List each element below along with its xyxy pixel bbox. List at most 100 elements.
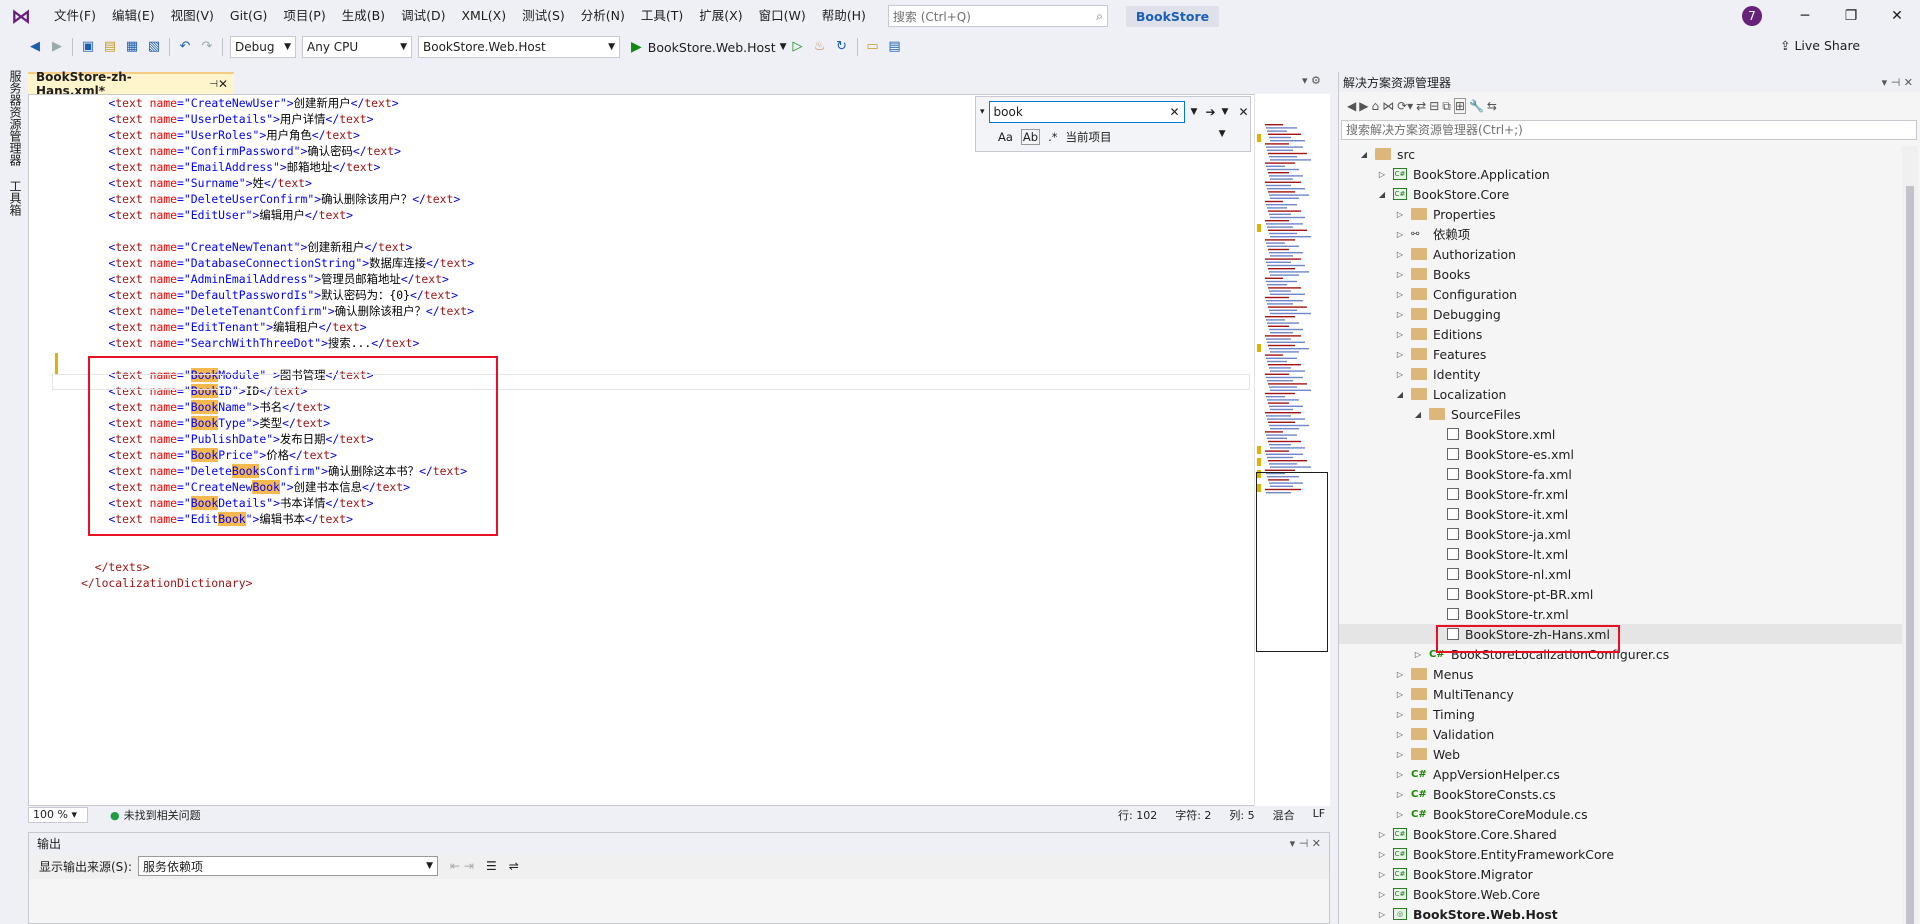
tree-item[interactable]: ▷ C# BookStoreConsts.cs xyxy=(1339,784,1556,804)
collapsed-arrow-icon[interactable]: ▷ xyxy=(1411,650,1425,659)
tree-item[interactable]: ▷ C# BookStore.Migrator xyxy=(1339,864,1533,884)
avatar[interactable]: 7 xyxy=(1742,6,1762,26)
tree-item[interactable]: ▷ C# BookStoreCoreModule.cs xyxy=(1339,804,1588,824)
save-all-icon[interactable]: ▧ xyxy=(143,36,165,58)
home-icon[interactable]: ⌂ xyxy=(1371,99,1379,113)
expanded-arrow-icon[interactable]: ◢ xyxy=(1357,150,1371,159)
menu-item-13[interactable]: 帮助(H) xyxy=(814,0,874,32)
collapsed-arrow-icon[interactable]: ▷ xyxy=(1393,210,1407,219)
live-share-button[interactable]: ⇪ Live Share xyxy=(1780,38,1860,53)
menu-item-0[interactable]: 文件(F) xyxy=(46,0,104,32)
collapsed-arrow-icon[interactable]: ▷ xyxy=(1393,330,1407,339)
tree-item[interactable]: BookStore-nl.xml xyxy=(1339,564,1571,584)
whitespace-mode[interactable]: 混合 xyxy=(1273,807,1295,823)
tree-item[interactable]: ◢ Localization xyxy=(1339,384,1506,404)
sync-icon[interactable]: ⇄ xyxy=(1416,99,1426,113)
tree-item[interactable]: BookStore-fr.xml xyxy=(1339,484,1568,504)
collapsed-arrow-icon[interactable]: ▷ xyxy=(1393,810,1407,819)
expanded-arrow-icon[interactable]: ◢ xyxy=(1375,190,1389,199)
menu-item-10[interactable]: 工具(T) xyxy=(633,0,691,32)
menu-item-1[interactable]: 编辑(E) xyxy=(104,0,163,32)
toggle-replace-icon[interactable]: ▾ xyxy=(980,107,985,117)
tree-item[interactable]: BookStore-tr.xml xyxy=(1339,604,1569,624)
save-icon[interactable]: ▦ xyxy=(121,36,143,58)
menu-item-4[interactable]: 项目(P) xyxy=(275,0,333,32)
tree-item[interactable]: ▷ C# BookStore.Web.Core xyxy=(1339,884,1540,904)
solution-search-input[interactable]: 搜索解决方案资源管理器(Ctrl+;) xyxy=(1341,120,1917,140)
close-find-icon[interactable]: ✕ xyxy=(1238,105,1248,119)
preview-icon[interactable]: ⊞ xyxy=(1453,98,1466,114)
collapsed-arrow-icon[interactable]: ▷ xyxy=(1393,230,1407,239)
expanded-arrow-icon[interactable]: ◢ xyxy=(1411,410,1425,419)
menu-item-6[interactable]: 调试(D) xyxy=(393,0,453,32)
issues-indicator[interactable]: ● 未找到相关问题 xyxy=(110,807,201,823)
tree-item[interactable]: ▷ Web xyxy=(1339,744,1460,764)
panel-options-icon[interactable]: ▾ ⊣ ✕ xyxy=(1882,76,1913,89)
collapsed-arrow-icon[interactable]: ▷ xyxy=(1375,890,1389,899)
panel-options-icon[interactable]: ▾ ⊣ ✕ xyxy=(1290,837,1321,850)
collapsed-arrow-icon[interactable]: ▷ xyxy=(1393,250,1407,259)
menu-item-3[interactable]: Git(G) xyxy=(222,0,276,32)
history-dropdown-icon[interactable]: ▼ xyxy=(1191,107,1198,117)
tree-item[interactable]: BookStore-ja.xml xyxy=(1339,524,1571,544)
tree-item[interactable]: BookStore-zh-Hans.xml xyxy=(1339,624,1905,644)
menu-item-12[interactable]: 窗口(W) xyxy=(751,0,814,32)
menu-item-5[interactable]: 生成(B) xyxy=(334,0,393,32)
tree-item[interactable]: ▷ Authorization xyxy=(1339,244,1516,264)
tree-item[interactable]: ▷ C# BookStore.Core.Shared xyxy=(1339,824,1557,844)
collapsed-arrow-icon[interactable]: ▷ xyxy=(1393,790,1407,799)
clear-all-icon[interactable]: ☰ xyxy=(486,859,497,873)
collapsed-arrow-icon[interactable]: ▷ xyxy=(1375,850,1389,859)
config-select[interactable]: Debug ▼ xyxy=(230,36,296,58)
find-input[interactable]: book ✕ xyxy=(988,101,1185,123)
tree-item[interactable]: BookStore-fa.xml xyxy=(1339,464,1572,484)
tree-item[interactable]: ◢ SourceFiles xyxy=(1339,404,1521,424)
close-icon[interactable]: ✕ xyxy=(218,77,228,91)
collapsed-arrow-icon[interactable]: ▷ xyxy=(1393,730,1407,739)
vs-switch-icon[interactable]: ⋈ xyxy=(1382,99,1394,113)
tree-item[interactable]: ◢ src xyxy=(1339,144,1415,164)
open-icon[interactable]: ▤ xyxy=(99,36,121,58)
collapsed-arrow-icon[interactable]: ▷ xyxy=(1393,270,1407,279)
find-next-icon[interactable]: ➔ xyxy=(1205,105,1215,119)
tree-item[interactable]: ▷ MultiTenancy xyxy=(1339,684,1514,704)
collapsed-arrow-icon[interactable]: ▷ xyxy=(1393,770,1407,779)
minimap[interactable] xyxy=(1254,94,1330,806)
history-icon[interactable]: ⟳▾ xyxy=(1397,99,1413,113)
close-button[interactable]: ✕ xyxy=(1874,0,1920,32)
tree-item[interactable]: BookStore-lt.xml xyxy=(1339,544,1568,564)
tree-item[interactable]: ▷ ⚯ 依赖项 xyxy=(1339,224,1470,244)
whole-word-toggle[interactable]: Ab xyxy=(1020,129,1041,145)
redo-icon[interactable]: ↷ xyxy=(196,36,218,58)
collapsed-arrow-icon[interactable]: ▷ xyxy=(1375,170,1389,179)
tree-item[interactable]: ▷ Properties xyxy=(1339,204,1496,224)
run-button[interactable]: ▶ BookStore.Web.Host ▼ xyxy=(631,39,787,55)
tree-item[interactable]: ▷ Timing xyxy=(1339,704,1475,724)
collapsed-arrow-icon[interactable]: ▷ xyxy=(1375,910,1389,919)
expanded-arrow-icon[interactable]: ◢ xyxy=(1393,390,1407,399)
collapsed-arrow-icon[interactable]: ▷ xyxy=(1375,830,1389,839)
start-without-debug-icon[interactable]: ▷ xyxy=(787,36,809,58)
tree-item[interactable]: ▷ Identity xyxy=(1339,364,1481,384)
folder-icon[interactable]: ▭ xyxy=(862,36,884,58)
new-project-icon[interactable]: ▣ xyxy=(77,36,99,58)
pending-changes-icon[interactable]: ⇆ xyxy=(1487,99,1497,113)
tree-item[interactable]: ▷ Menus xyxy=(1339,664,1474,684)
properties-icon[interactable]: 🔧 xyxy=(1469,99,1484,113)
collapsed-arrow-icon[interactable]: ▷ xyxy=(1393,750,1407,759)
refresh-icon[interactable]: ↻ xyxy=(831,36,853,58)
word-wrap-icon[interactable]: ⇌ xyxy=(509,859,519,873)
collapsed-arrow-icon[interactable]: ▷ xyxy=(1393,370,1407,379)
tree-item[interactable]: ▷ C# BookStore.Application xyxy=(1339,164,1550,184)
platform-select[interactable]: Any CPU ▼ xyxy=(302,36,412,58)
forward-icon[interactable]: ▶ xyxy=(46,36,68,58)
clear-icon[interactable]: ✕ xyxy=(1169,105,1179,119)
tree-item[interactable]: ▷ C# AppVersionHelper.cs xyxy=(1339,764,1560,784)
undo-icon[interactable]: ↶ xyxy=(174,36,196,58)
tab-bookstore-zh-hans[interactable]: BookStore-zh-Hans.xml* ⊣ ✕ xyxy=(28,70,234,98)
pin-icon[interactable]: ⊣ xyxy=(209,79,218,90)
goto-prev-icon[interactable]: ⇤ ⇥ xyxy=(450,859,474,873)
scrollbar-thumb[interactable] xyxy=(1906,186,1914,924)
collapsed-arrow-icon[interactable]: ▷ xyxy=(1393,290,1407,299)
search-input[interactable]: 搜索 (Ctrl+Q) ⌕ xyxy=(887,5,1108,27)
